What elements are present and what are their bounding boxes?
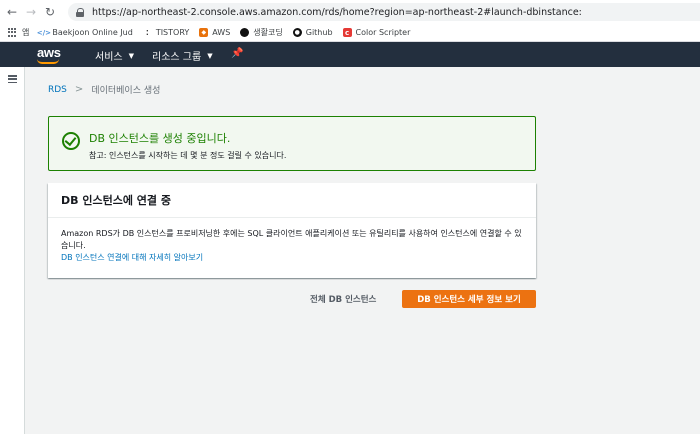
dot-icon: [240, 28, 250, 37]
address-bar[interactable]: https://ap-northeast-2.console.aws.amazo…: [68, 3, 700, 21]
github-icon: ●: [292, 28, 302, 37]
side-navigation-collapsed: [0, 67, 25, 434]
breadcrumb-rds-link[interactable]: RDS: [48, 85, 67, 95]
tistory-icon: ⁚: [145, 28, 149, 37]
forward-arrow-icon[interactable]: →: [24, 5, 38, 19]
url-text: https://ap-northeast-2.console.aws.amazo…: [92, 6, 582, 18]
card-title: DB 인스턴스에 연결 중: [48, 183, 536, 218]
pin-icon[interactable]: 📌: [231, 48, 243, 59]
bookmark-label: Github: [305, 28, 333, 37]
browser-toolbar: ← → ↻ https://ap-northeast-2.console.aws…: [0, 0, 700, 24]
bookmark-label: TISTORY: [155, 28, 190, 37]
bookmark-apps[interactable]: 앱: [8, 27, 29, 38]
card-description: Amazon RDS가 DB 인스턴스를 프로비저닝한 후에는 SQL 클라이언…: [61, 229, 522, 250]
bookmark-github[interactable]: ● Github: [292, 28, 333, 37]
back-arrow-icon[interactable]: ←: [5, 5, 19, 19]
code-icon: </>: [36, 28, 52, 37]
banner-text: 참고: 인스턴스를 시작하는 데 몇 분 정도 걸릴 수 있습니다.: [89, 151, 287, 160]
banner-title: DB 인스턴스를 생성 중입니다.: [89, 132, 231, 145]
bookmark-baekjoon[interactable]: </> Baekjoon Online Jud: [36, 28, 133, 37]
aws-console-header: aws 서비스 ▼ 리소스 그룹 ▼ 📌: [0, 42, 700, 67]
aws-cube-icon: ◆: [199, 28, 209, 37]
breadcrumb: RDS > 데이터베이스 생성: [48, 83, 160, 96]
connecting-card: DB 인스턴스에 연결 중 Amazon RDS가 DB 인스턴스를 프로비저닝…: [48, 183, 536, 278]
bookmark-label: Color Scripter: [355, 28, 411, 37]
bookmark-label: 앱: [22, 28, 30, 37]
view-db-instance-details-button[interactable]: DB 인스턴스 세부 정보 보기: [402, 290, 536, 308]
services-menu[interactable]: 서비스 ▼: [95, 48, 134, 64]
check-circle-icon: [62, 132, 80, 150]
learn-more-link[interactable]: DB 인스턴스 연결에 대해 자세히 알아보기: [61, 252, 529, 264]
card-body: Amazon RDS가 DB 인스턴스를 프로비저닝한 후에는 SQL 클라이언…: [61, 228, 529, 264]
resource-groups-menu[interactable]: 리소스 그룹 ▼: [152, 48, 213, 64]
lock-icon: [76, 7, 85, 17]
bookmark-opentutorials[interactable]: 생활코딩: [240, 27, 283, 38]
bookmark-label: AWS: [212, 28, 231, 37]
reload-icon[interactable]: ↻: [43, 5, 57, 19]
bookmarks-bar: 앱 </> Baekjoon Online Jud ⁚ TISTORY ◆ AW…: [0, 24, 700, 42]
bookmark-label: 생활코딩: [253, 28, 283, 37]
menu-icon[interactable]: [8, 75, 17, 83]
resource-groups-menu-label: 리소스 그룹: [152, 52, 202, 63]
chevron-down-icon: ▼: [128, 51, 134, 60]
bookmark-tistory[interactable]: ⁚ TISTORY: [143, 28, 189, 37]
success-banner: DB 인스턴스를 생성 중입니다. 참고: 인스턴스를 시작하는 데 몇 분 정…: [48, 116, 536, 171]
all-db-instances-button[interactable]: 전체 DB 인스턴스: [310, 290, 376, 308]
bookmark-label: Baekjoon Online Jud: [52, 28, 133, 37]
color-scripter-icon: c: [342, 28, 352, 37]
aws-logo[interactable]: aws: [37, 45, 61, 60]
chevron-right-icon: >: [74, 84, 84, 95]
services-menu-label: 서비스: [95, 52, 123, 63]
breadcrumb-current: 데이터베이스 생성: [91, 86, 161, 96]
apps-grid-icon: [8, 28, 17, 37]
bookmark-aws[interactable]: ◆ AWS: [199, 28, 230, 37]
chevron-down-icon: ▼: [207, 51, 213, 60]
bookmark-color-scripter[interactable]: c Color Scripter: [342, 28, 411, 37]
aws-smile-logo-mark: [37, 59, 59, 64]
